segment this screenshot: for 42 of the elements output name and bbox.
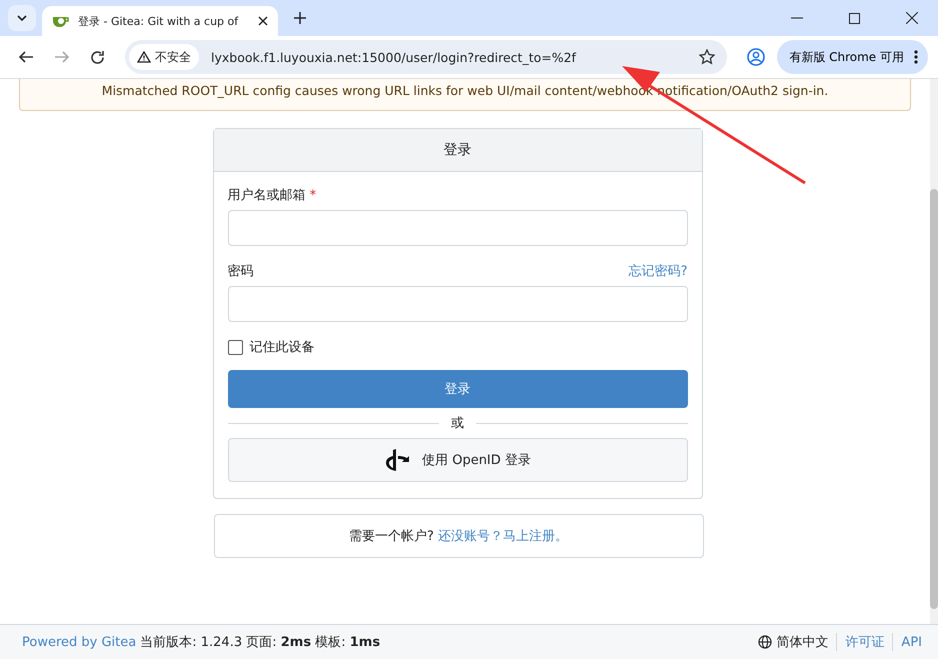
remember-checkbox[interactable]: [228, 340, 242, 354]
reload-icon[interactable]: [90, 50, 105, 64]
globe-icon: [758, 635, 772, 649]
close-window-icon[interactable]: [906, 12, 918, 24]
new-tab-icon[interactable]: [294, 12, 306, 24]
password-label: 密码: [228, 263, 254, 280]
update-chrome-button[interactable]: 有新版 Chrome 可用: [777, 40, 928, 74]
password-input[interactable]: [228, 286, 688, 322]
username-label: 用户名或邮箱 *: [228, 188, 316, 203]
profile-icon[interactable]: [747, 48, 766, 66]
security-chip[interactable]: 不安全: [129, 44, 199, 70]
close-icon[interactable]: [258, 16, 268, 26]
url-text: lyxbook.f1.luyouxia.net:15000/user/login?redirect_to=%2f: [211, 50, 578, 64]
register-prompt: 需要一个帐户?: [348, 528, 434, 545]
chevron-down-icon: [17, 15, 27, 21]
divider-text: 或: [451, 415, 464, 432]
star-icon[interactable]: [699, 49, 716, 65]
teacup-icon: [52, 14, 70, 28]
tab-title: 登录 - Gitea: Git with a cup of: [78, 14, 240, 28]
scrollbar[interactable]: [930, 79, 938, 624]
username-input[interactable]: [228, 210, 688, 246]
minimize-icon[interactable]: [791, 17, 803, 19]
address-bar[interactable]: 不安全 lyxbook.f1.luyouxia.net:15000/user/login?redirect_to=%2f: [125, 40, 728, 74]
powered-by-link[interactable]: Powered by Gitea: [22, 634, 136, 650]
api-link[interactable]: API: [901, 634, 922, 650]
language-selector[interactable]: 简体中文: [758, 633, 828, 651]
more-menu-icon[interactable]: [914, 50, 918, 64]
security-label: 不安全: [155, 48, 191, 66]
version-info: 当前版本: 1.24.3 页面: 2ms 模板: 1ms: [140, 634, 380, 651]
browser-tab[interactable]: 登录 - Gitea: Git with a cup of: [42, 6, 278, 36]
maximize-icon[interactable]: [849, 12, 860, 24]
forgot-password-link[interactable]: 忘记密码?: [628, 262, 688, 280]
warning-icon: [137, 51, 151, 63]
login-card-header: 登录: [214, 129, 702, 172]
register-link[interactable]: 还没账号？马上注册。: [438, 527, 568, 545]
remember-label: 记住此设备: [250, 339, 314, 356]
openid-login-button[interactable]: 使用 OpenID 登录: [228, 438, 688, 482]
tab-list-button[interactable]: [8, 5, 36, 31]
login-button[interactable]: 登录: [228, 370, 688, 408]
license-link[interactable]: 许可证: [845, 633, 884, 651]
warning-banner: Mismatched ROOT_URL config causes wrong URL links for web UI/mail content/webhook notification/OAuth2 sign-in.: [19, 79, 911, 111]
back-arrow-icon[interactable]: [18, 50, 34, 64]
